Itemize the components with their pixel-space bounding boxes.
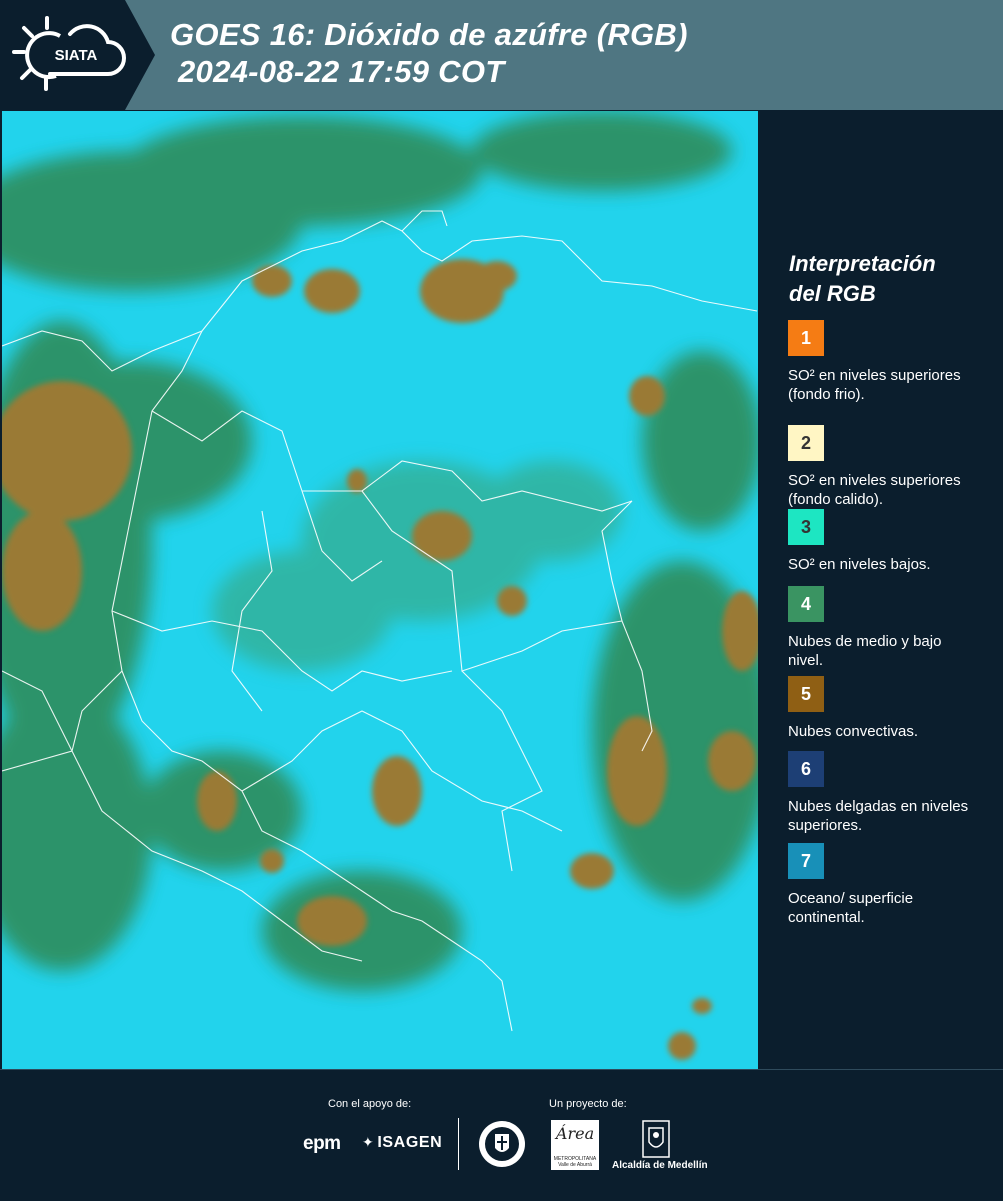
- isagen-logo[interactable]: ✦ ISAGEN: [362, 1134, 442, 1152]
- page-title: GOES 16: Dióxido de azúfre (RGB) 2024-08…: [170, 16, 688, 90]
- alcaldia-label: Alcaldía de Medellín: [612, 1160, 708, 1171]
- area-metropolitana-logo[interactable]: Área METROPOLITANA Valle de Aburrá: [551, 1120, 599, 1170]
- footer-bar: Con el apoyo de: Un proyecto de: epm ✦ IS…: [0, 1069, 1003, 1201]
- legend-item-1: 1 SO² en niveles superiores (fondo frio).: [788, 320, 988, 404]
- legend-item-2: 2 SO² en niveles superiores (fondo calido…: [788, 425, 988, 509]
- project-label: Un proyecto de:: [549, 1098, 627, 1110]
- area-logo-text: Área: [555, 1124, 595, 1143]
- legend-swatch: 7: [788, 843, 824, 879]
- legend-title: Interpretación del RGB: [789, 249, 989, 309]
- epm-logo[interactable]: epm: [303, 1133, 341, 1155]
- satellite-map-icon: [2, 111, 758, 1069]
- isagen-icon: ✦: [362, 1134, 375, 1150]
- legend-swatch: 3: [788, 509, 824, 545]
- area-logo-sub: METROPOLITANA Valle de Aburrá: [553, 1156, 597, 1168]
- alcaldia-shield-icon[interactable]: [642, 1120, 670, 1158]
- legend-label: Nubes convectivas.: [788, 723, 919, 740]
- siata-logo-icon: SIATA: [0, 0, 155, 110]
- legend-swatch: 4: [788, 586, 824, 622]
- legend-item-7: 7 Oceano/ superficie continental.: [788, 843, 988, 927]
- legend-label: Nubes de medio y bajo nivel.: [788, 633, 942, 669]
- legend-label: Nubes delgadas en niveles superiores.: [788, 798, 969, 834]
- legend-panel: Interpretación del RGB 1 SO² en niveles s…: [758, 111, 1003, 1069]
- legend-swatch: 1: [788, 320, 824, 356]
- siata-logo[interactable]: SIATA: [0, 0, 160, 110]
- title-line-1: GOES 16: Dióxido de azúfre (RGB): [170, 17, 688, 52]
- legend-label: SO² en niveles bajos.: [788, 556, 931, 573]
- legend-label: SO² en niveles superiores (fondo frio).: [788, 367, 961, 403]
- legend-swatch: 6: [788, 751, 824, 787]
- header-bar: SIATA GOES 16: Dióxido de azúfre (RGB) 2…: [0, 0, 1003, 110]
- legend-title-line-1: Interpretación: [789, 251, 936, 276]
- satellite-map[interactable]: [2, 111, 758, 1069]
- title-datetime: 2024-08-22 17:59 COT: [178, 54, 505, 89]
- legend-title-line-2: del RGB: [789, 281, 876, 306]
- legend-item-4: 4 Nubes de medio y bajo nivel.: [788, 586, 988, 670]
- legend-swatch: 5: [788, 676, 824, 712]
- legend-swatch: 2: [788, 425, 824, 461]
- support-label: Con el apoyo de:: [328, 1098, 412, 1110]
- legend-label: SO² en niveles superiores (fondo calido)…: [788, 472, 961, 508]
- legend-item-5: 5 Nubes convectivas.: [788, 676, 988, 741]
- isagen-label: ISAGEN: [377, 1134, 443, 1151]
- legend-label: Oceano/ superficie continental.: [788, 890, 914, 926]
- footer-divider: [458, 1118, 459, 1170]
- svg-text:SIATA: SIATA: [55, 47, 98, 64]
- legend-item-6: 6 Nubes delgadas en niveles superiores.: [788, 751, 988, 835]
- legend-item-3: 3 SO² en niveles bajos.: [788, 509, 988, 574]
- medellin-seal-icon[interactable]: [478, 1120, 526, 1168]
